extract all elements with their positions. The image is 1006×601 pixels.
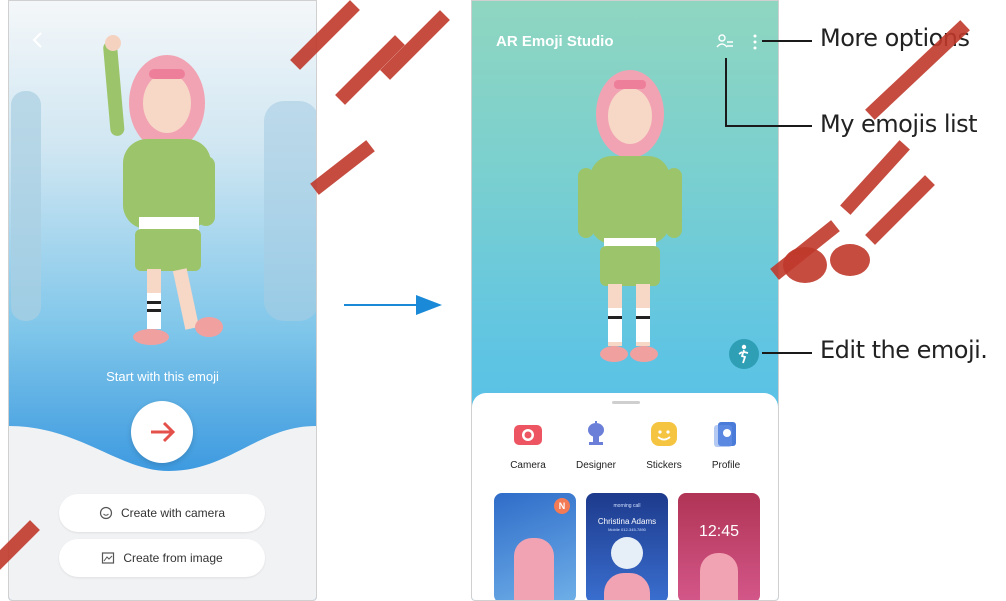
profile-card-icon bbox=[714, 422, 736, 447]
my-emojis-leader-vertical bbox=[725, 58, 727, 126]
edit-emoji-leader-line bbox=[762, 352, 812, 354]
preview-card-lockscreen[interactable]: 12:45 bbox=[678, 493, 760, 600]
caller-number: Mobile 012-345-7890 bbox=[608, 527, 646, 532]
create-from-image-button[interactable]: Create from image bbox=[59, 539, 265, 577]
card-avatar bbox=[700, 553, 738, 600]
preview-card-sticker[interactable]: N bbox=[494, 493, 576, 600]
bottom-sheet: Camera Designer Stickers Profile N morni… bbox=[472, 393, 778, 600]
caller-avatar bbox=[611, 537, 643, 569]
image-icon bbox=[102, 552, 115, 564]
create-from-image-label: Create from image bbox=[123, 551, 223, 565]
caller-name: Christina Adams bbox=[597, 517, 657, 526]
edit-emoji-button[interactable] bbox=[729, 339, 759, 369]
more-options-leader-line bbox=[762, 40, 812, 42]
my-emojis-list-callout: My emojis list bbox=[820, 110, 978, 138]
designer-icon bbox=[588, 421, 604, 445]
create-with-camera-button[interactable]: Create with camera bbox=[59, 494, 265, 532]
phone-screen-start: Start with this emoji Create with camera… bbox=[8, 0, 317, 601]
transition-arrow-icon bbox=[344, 295, 442, 315]
emoji-avatar bbox=[578, 70, 682, 362]
my-emojis-list-icon[interactable] bbox=[716, 33, 734, 51]
menu-stickers[interactable]: Stickers bbox=[636, 421, 692, 471]
sticker-smile-icon bbox=[651, 422, 677, 446]
more-options-callout: More options bbox=[820, 24, 970, 52]
camera-icon bbox=[514, 425, 542, 445]
background-figure bbox=[264, 101, 316, 321]
next-button[interactable] bbox=[131, 401, 193, 463]
emoji-avatar bbox=[103, 35, 223, 345]
sheet-handle[interactable] bbox=[612, 401, 640, 404]
lockscreen-time: 12:45 bbox=[698, 523, 740, 540]
create-with-camera-label: Create with camera bbox=[120, 506, 226, 520]
card-avatar bbox=[514, 538, 554, 600]
preview-card-call[interactable]: morning call Christina Adams Mobile 012-… bbox=[586, 493, 668, 600]
menu-profile-label: Profile bbox=[711, 460, 741, 471]
call-label: morning call bbox=[613, 503, 641, 509]
my-emojis-leader-horizontal bbox=[725, 125, 812, 127]
background-figure bbox=[11, 91, 41, 321]
app-title: AR Emoji Studio bbox=[496, 33, 614, 50]
emoji-face-icon bbox=[99, 506, 113, 520]
new-badge: N bbox=[554, 498, 570, 514]
menu-designer[interactable]: Designer bbox=[568, 421, 624, 471]
arrow-right-icon bbox=[151, 421, 176, 443]
edit-emoji-callout: Edit the emoji. bbox=[820, 336, 988, 364]
menu-stickers-label: Stickers bbox=[646, 460, 682, 471]
menu-profile[interactable]: Profile bbox=[698, 421, 754, 471]
more-options-icon[interactable] bbox=[752, 33, 758, 51]
menu-camera-label: Camera bbox=[510, 460, 546, 471]
menu-designer-label: Designer bbox=[575, 460, 617, 471]
back-chevron-icon[interactable] bbox=[31, 31, 45, 49]
menu-camera[interactable]: Camera bbox=[500, 421, 556, 471]
person-walk-icon bbox=[738, 344, 749, 364]
start-with-emoji-label: Start with this emoji bbox=[106, 369, 219, 384]
card-avatar bbox=[604, 573, 650, 600]
phone-screen-studio: AR Emoji Studio Camera Designer Stickers… bbox=[471, 0, 779, 601]
